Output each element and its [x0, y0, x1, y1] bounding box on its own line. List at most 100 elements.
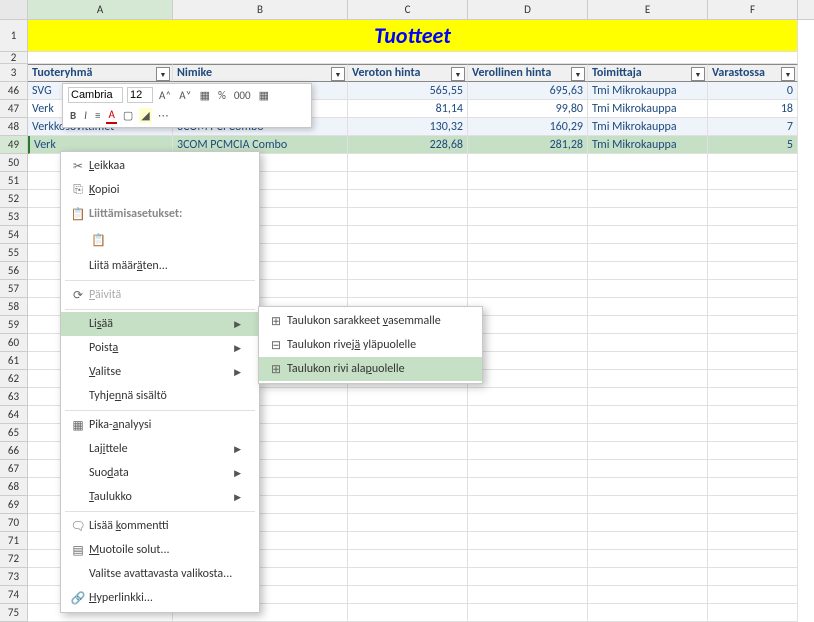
filter-icon[interactable]: ▼ [331, 67, 345, 81]
row-header-52[interactable]: 52 [0, 190, 28, 208]
cell[interactable] [468, 478, 588, 496]
row-header-68[interactable]: 68 [0, 478, 28, 496]
cell[interactable]: 7 [708, 118, 798, 136]
cell[interactable]: 565,55 [348, 82, 468, 100]
cell[interactable] [708, 208, 798, 226]
row-header-72[interactable]: 72 [0, 550, 28, 568]
border-icon[interactable]: ▢ [121, 108, 135, 123]
submenu-row-below[interactable]: ⊞Taulukon rivi alapuolelle [259, 357, 482, 381]
cell[interactable] [348, 406, 468, 424]
shrink-font-icon[interactable]: A˅ [177, 88, 193, 103]
cell[interactable] [348, 424, 468, 442]
menu-clear[interactable]: Tyhjennä sisältö [61, 384, 259, 408]
cell[interactable] [468, 442, 588, 460]
cell[interactable] [708, 190, 798, 208]
filter-icon[interactable]: ▼ [781, 67, 795, 81]
cell[interactable] [588, 370, 708, 388]
col-header-c[interactable]: C [348, 0, 468, 19]
filter-icon[interactable]: ▼ [691, 67, 705, 81]
cell[interactable] [348, 208, 468, 226]
cell[interactable] [708, 550, 798, 568]
cell[interactable] [588, 442, 708, 460]
cell[interactable] [588, 514, 708, 532]
row-header-60[interactable]: 60 [0, 334, 28, 352]
cell[interactable] [588, 406, 708, 424]
cell[interactable] [348, 550, 468, 568]
empty-row-2[interactable] [28, 52, 798, 64]
cell[interactable] [468, 568, 588, 586]
cell[interactable] [588, 316, 708, 334]
format-icon[interactable]: ▦ [198, 88, 212, 103]
row-header-59[interactable]: 59 [0, 316, 28, 334]
row-header-73[interactable]: 73 [0, 568, 28, 586]
cell[interactable]: Tmi Mikrokauppa [588, 136, 708, 154]
th-nimike[interactable]: Nimike▼ [173, 64, 348, 82]
cell[interactable] [468, 226, 588, 244]
align-icon[interactable]: ≡ [93, 108, 102, 123]
cell[interactable] [468, 370, 588, 388]
cell[interactable] [708, 568, 798, 586]
filter-icon[interactable]: ▼ [156, 67, 170, 81]
row-header-69[interactable]: 69 [0, 496, 28, 514]
cell[interactable] [468, 550, 588, 568]
cell[interactable] [708, 388, 798, 406]
col-header-f[interactable]: F [708, 0, 798, 19]
cell[interactable] [708, 406, 798, 424]
cell[interactable] [708, 316, 798, 334]
cell[interactable]: 0 [708, 82, 798, 100]
row-header-63[interactable]: 63 [0, 388, 28, 406]
cell[interactable] [348, 586, 468, 604]
cell[interactable] [588, 262, 708, 280]
cell[interactable] [468, 424, 588, 442]
cell[interactable] [708, 478, 798, 496]
cell[interactable] [708, 370, 798, 388]
cell[interactable] [708, 280, 798, 298]
font-size-input[interactable] [127, 87, 153, 103]
cell[interactable] [708, 262, 798, 280]
menu-comment[interactable]: 🗨Lisää kommentti [61, 514, 259, 538]
cell[interactable] [708, 460, 798, 478]
row-header-51[interactable]: 51 [0, 172, 28, 190]
cell[interactable] [708, 442, 798, 460]
col-header-e[interactable]: E [588, 0, 708, 19]
cell[interactable]: 99,80 [468, 100, 588, 118]
cell[interactable] [468, 316, 588, 334]
cell[interactable]: 281,28 [468, 136, 588, 154]
cell[interactable] [588, 478, 708, 496]
cell[interactable] [348, 280, 468, 298]
cell[interactable] [588, 154, 708, 172]
cell[interactable] [708, 532, 798, 550]
cell[interactable] [708, 496, 798, 514]
bold-button[interactable]: B [68, 108, 78, 123]
percent-icon[interactable]: % [216, 88, 228, 103]
cell[interactable] [588, 244, 708, 262]
cell[interactable] [468, 604, 588, 622]
cell[interactable] [588, 280, 708, 298]
menu-insert[interactable]: Lisää▶ [61, 312, 259, 336]
row-header-3[interactable]: 3 [0, 64, 28, 82]
menu-copy[interactable]: ⎘Kopioi [61, 178, 259, 202]
th-veroton[interactable]: Veroton hinta▼ [348, 64, 468, 82]
row-header-56[interactable]: 56 [0, 262, 28, 280]
cell[interactable] [468, 514, 588, 532]
fill-color-icon[interactable]: ◢ [139, 108, 151, 123]
menu-hyperlink[interactable]: 🔗Hyperlinkki... [61, 586, 259, 610]
cell[interactable]: Tmi Mikrokauppa [588, 100, 708, 118]
row-header-57[interactable]: 57 [0, 280, 28, 298]
cell[interactable]: 130,32 [348, 118, 468, 136]
cell[interactable] [588, 424, 708, 442]
cell[interactable] [708, 514, 798, 532]
cell[interactable] [468, 388, 588, 406]
col-header-b[interactable]: B [173, 0, 348, 19]
menu-paste-special[interactable]: Liitä määräten... [61, 254, 259, 278]
col-header-d[interactable]: D [468, 0, 588, 19]
row-header-54[interactable]: 54 [0, 226, 28, 244]
filter-icon[interactable]: ▼ [571, 67, 585, 81]
cell[interactable] [708, 298, 798, 316]
cell[interactable] [468, 334, 588, 352]
cell[interactable]: 81,14 [348, 100, 468, 118]
italic-button[interactable]: I [82, 108, 89, 123]
cell[interactable]: Tmi Mikrokauppa [588, 82, 708, 100]
cell[interactable] [588, 604, 708, 622]
select-all-corner[interactable] [0, 0, 28, 19]
